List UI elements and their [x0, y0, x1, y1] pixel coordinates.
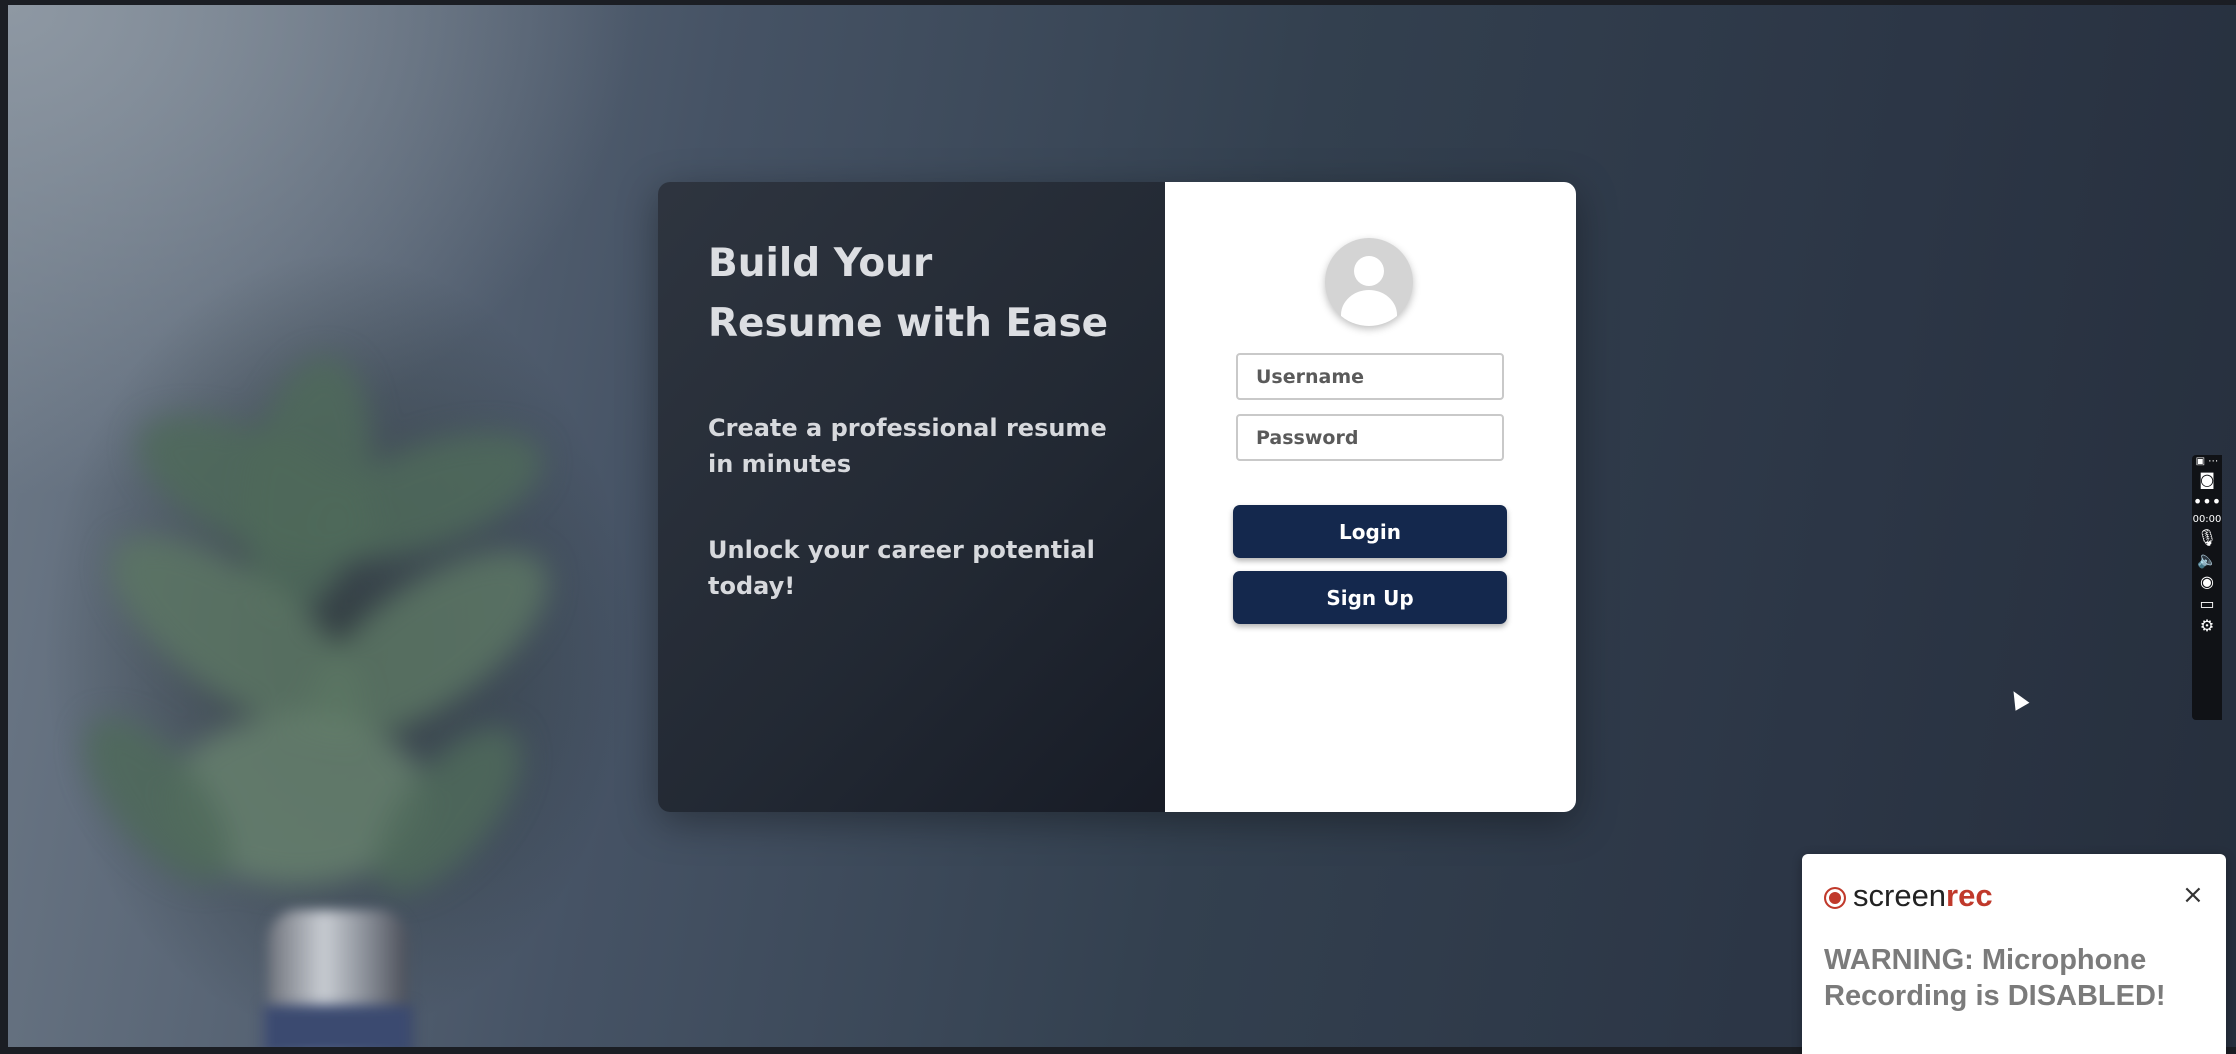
- record-icon: [1824, 887, 1846, 909]
- speaker-icon[interactable]: 🔈: [2197, 549, 2217, 571]
- hero-tagline-unlock: Unlock your career potential today!: [708, 536, 1095, 600]
- gear-icon[interactable]: ⚙: [2200, 615, 2214, 637]
- close-icon[interactable]: ×: [2182, 880, 2204, 910]
- hero-tagline-create: Create a professional resume in minutes: [708, 414, 1107, 478]
- user-avatar-icon: [1325, 238, 1413, 326]
- microphone-warning: WARNING: Microphone Recording is DISABLE…: [1824, 944, 2166, 1012]
- vase-band: [263, 1005, 413, 1047]
- login-card: Build Your Resume with Ease Create a pro…: [658, 182, 1576, 812]
- login-button[interactable]: Login: [1233, 505, 1507, 558]
- screenrec-logo: screenrec: [1853, 878, 1993, 914]
- webcam-icon[interactable]: ◉: [2200, 571, 2214, 593]
- hero-panel: Build Your Resume with Ease Create a pro…: [658, 182, 1165, 812]
- brand-accent: rec: [1946, 878, 1993, 913]
- screen-icon[interactable]: ▭: [2199, 593, 2214, 615]
- window-icon[interactable]: ▣ ⋯: [2196, 455, 2219, 469]
- login-panel: Login Sign Up: [1165, 182, 1576, 812]
- recording-timer: 00:00: [2192, 514, 2222, 525]
- password-input[interactable]: [1236, 414, 1504, 461]
- username-input[interactable]: [1236, 353, 1504, 400]
- camera-icon[interactable]: ◙: [2199, 469, 2215, 491]
- recorder-toolbar: ▣ ⋯ ◙ ••• 00:00 🎙 🔈 ◉ ▭ ⚙: [2192, 455, 2222, 720]
- more-icon[interactable]: •••: [2193, 491, 2221, 513]
- microphone-icon[interactable]: 🎙: [2197, 527, 2217, 549]
- brand-main: screen: [1853, 878, 1947, 913]
- hero-headline: Build Your Resume with Ease: [708, 241, 1109, 346]
- screenrec-notification: screenrec × WARNING: Microphone Recordin…: [1802, 854, 2226, 1054]
- signup-button[interactable]: Sign Up: [1233, 571, 1507, 624]
